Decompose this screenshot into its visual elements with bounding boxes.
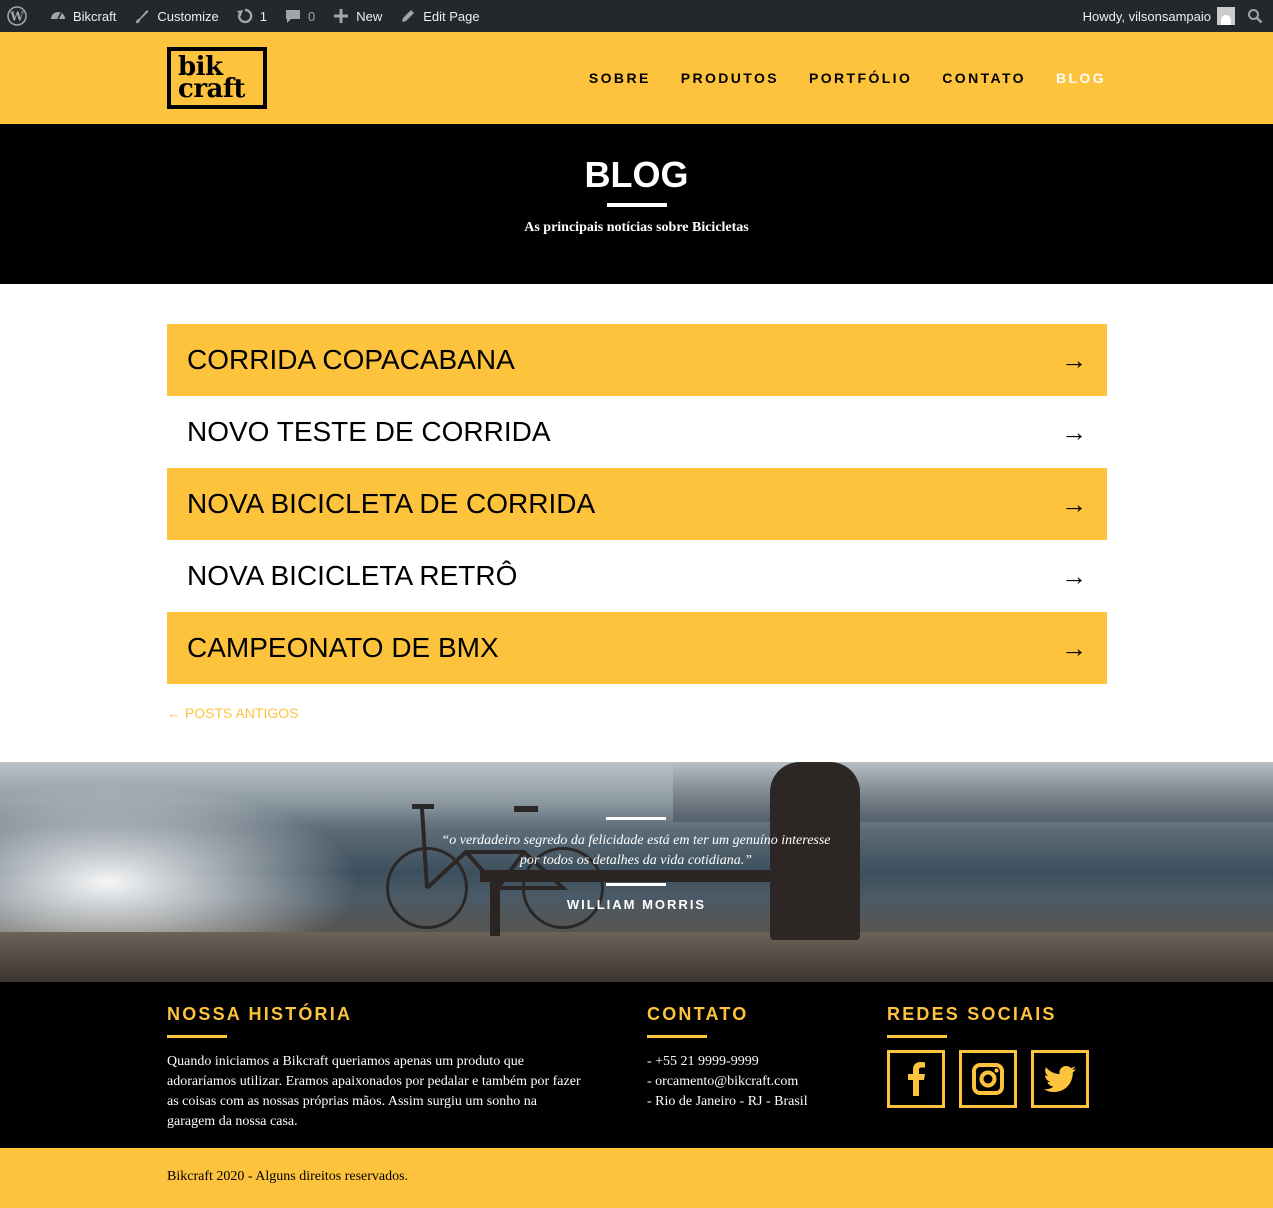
facebook-icon [906,1062,926,1096]
contact-title: CONTATO [647,1004,749,1024]
contact-location: - Rio de Janeiro - RJ - Brasil [647,1094,808,1109]
post-item[interactable]: NOVO TESTE DE CORRIDA → [167,396,1107,468]
history-title: NOSSA HISTÓRIA [167,1004,353,1024]
contact-phone[interactable]: - +55 21 9999-9999 [647,1052,867,1072]
nav-item-contato[interactable]: CONTATO [942,70,1026,86]
site-name-label: Bikcraft [73,8,117,24]
new-label: New [356,8,383,24]
social-title: REDES SOCIAIS [887,1004,1057,1024]
wordpress-logo-menu[interactable]: W [0,0,40,32]
avatar [1217,7,1235,25]
wordpress-icon: W [7,6,27,26]
nav-item-portfolio[interactable]: PORTFÓLIO [809,70,912,86]
nav-item-produtos[interactable]: PRODUTOS [681,70,779,86]
arrow-right-icon[interactable]: → [1061,417,1087,448]
dashboard-icon [48,6,68,26]
post-list: CORRIDA COPACABANA → NOVO TESTE DE CORRI… [167,324,1107,684]
svg-text:W: W [9,10,24,24]
quote-divider [606,883,666,886]
page-hero: BLOG As principais notícias sobre Bicicl… [0,124,1273,284]
site-header: bik craft SOBRE PRODUTOS PORTFÓLIO CONTA… [0,32,1273,124]
title-divider [606,203,667,207]
main-nav: SOBRE PRODUTOS PORTFÓLIO CONTATO BLOG [589,32,1106,124]
comment-icon [283,6,303,26]
quote-author: WILLIAM MORRIS [566,897,707,912]
older-posts-link[interactable]: ← POSTS ANTIGOS [167,705,298,721]
contact-list: - +55 21 9999-9999 - orcamento@bikcraft.… [647,1052,867,1112]
history-text: Quando iniciamos a Bikcraft queriamos ap… [167,1054,581,1129]
arrow-right-icon[interactable]: → [1061,345,1087,376]
arrow-right-icon[interactable]: → [1061,561,1087,592]
site-footer: NOSSA HISTÓRIA Quando iniciamos a Bikcra… [0,982,1273,1148]
logo-line-2: craft [178,74,246,104]
nav-item-blog[interactable]: BLOG [1056,70,1106,86]
page-subtitle: As principais notícias sobre Bicicletas [524,220,749,235]
admin-bar: W Bikcraft Customize 1 0 New Edit Page H… [0,0,1273,32]
post-title[interactable]: CORRIDA COPACABANA [187,344,515,376]
edit-page-label: Edit Page [423,8,480,24]
social-divider [887,1035,947,1038]
howdy-label: Howdy, vilsonsampaio [1082,8,1211,24]
updates-icon [235,6,255,26]
quote-divider [606,817,666,820]
arrow-right-icon[interactable]: → [1061,489,1087,520]
post-title[interactable]: NOVA BICICLETA RETRÔ [187,560,517,592]
post-title[interactable]: CAMPEONATO DE BMX [187,632,499,664]
post-item[interactable]: CORRIDA COPACABANA → [167,324,1107,396]
instagram-link[interactable] [959,1050,1017,1108]
my-account-menu[interactable]: Howdy, vilsonsampaio [1075,0,1239,32]
updates-link[interactable]: 1 [227,0,275,32]
customize-link[interactable]: Customize [124,0,226,32]
quote-content: “o verdadeiro segredo da felicidade está… [0,762,1273,982]
copyright-text: Bikcraft 2020 - Alguns direitos reservad… [167,1169,409,1184]
nav-item-sobre[interactable]: SOBRE [589,70,651,86]
post-item[interactable]: NOVA BICICLETA DE CORRIDA → [167,468,1107,540]
post-item[interactable]: CAMPEONATO DE BMX → [167,612,1107,684]
pencil-icon [398,6,418,26]
updates-count: 1 [259,8,267,24]
post-title[interactable]: NOVO TESTE DE CORRIDA [187,416,551,448]
quote-text: “o verdadeiro segredo da felicidade está… [441,833,831,868]
page-title: BLOG [584,154,689,195]
paintbrush-icon [132,6,152,26]
new-content-menu[interactable]: New [323,0,390,32]
social-links [887,1050,1107,1108]
site-name-menu[interactable]: Bikcraft [40,0,124,32]
customize-label: Customize [157,8,219,24]
post-title[interactable]: NOVA BICICLETA DE CORRIDA [187,488,595,520]
instagram-icon [972,1063,1004,1095]
footer-history: NOSSA HISTÓRIA Quando iniciamos a Bikcra… [167,1004,587,1132]
plus-icon [331,6,351,26]
twitter-icon [1044,1066,1076,1092]
edit-page-link[interactable]: Edit Page [390,0,487,32]
search-icon [1247,8,1263,24]
comments-link[interactable]: 0 [275,0,323,32]
history-divider [167,1035,227,1038]
contact-email[interactable]: - orcamento@bikcraft.com [647,1072,867,1092]
twitter-link[interactable] [1031,1050,1089,1108]
admin-search[interactable] [1239,0,1273,32]
arrow-right-icon[interactable]: → [1061,633,1087,664]
contact-divider [647,1035,707,1038]
footer-contact: CONTATO - +55 21 9999-9999 - orcamento@b… [647,1004,867,1112]
copyright-bar: Bikcraft 2020 - Alguns direitos reservad… [0,1148,1273,1208]
site-logo[interactable]: bik craft [167,47,267,109]
post-item[interactable]: NOVA BICICLETA RETRÔ → [167,540,1107,612]
quote-section: “o verdadeiro segredo da felicidade está… [0,762,1273,982]
facebook-link[interactable] [887,1050,945,1108]
comments-count: 0 [308,8,316,24]
footer-social: REDES SOCIAIS [887,1004,1107,1108]
